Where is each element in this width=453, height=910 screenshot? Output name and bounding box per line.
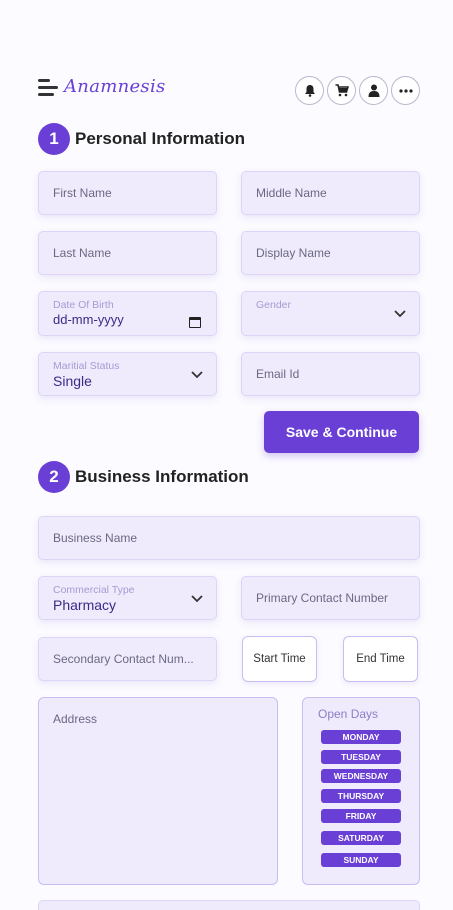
end-time-button[interactable]: End Time [343,636,418,682]
save-continue-button[interactable]: Save & Continue [264,411,419,453]
last-name-placeholder: Last Name [53,246,112,260]
display-name-field[interactable]: Display Name [241,231,420,275]
bell-icon [304,85,315,97]
calendar-icon[interactable] [189,317,201,328]
email-field[interactable]: Email Id [241,352,420,396]
day-toggle-monday[interactable]: MONDAY [321,730,401,744]
app-header: Anamnesis [38,76,420,106]
commercial-value: Pharmacy [53,597,117,613]
address-placeholder: Address [53,712,98,726]
day-toggle-saturday[interactable]: SATURDAY [321,831,401,845]
cart-icon [335,84,349,97]
dob-label: Date Of Birth [53,299,114,311]
middle-name-placeholder: Middle Name [256,186,327,200]
marital-value: Single [53,373,92,389]
notifications-button[interactable] [295,76,324,105]
secondary-contact-field[interactable]: Secondary Contact Num... [38,637,217,681]
personal-section-header: 1 Personal Information [38,123,245,155]
business-name-placeholder: Business Name [53,531,138,545]
first-name-placeholder: First Name [53,186,112,200]
chevron-down-icon [394,310,406,318]
step-badge: 2 [38,461,70,493]
next-field-partial[interactable] [38,900,420,910]
more-button[interactable] [391,76,420,105]
chevron-down-icon [191,371,203,379]
day-toggle-thursday[interactable]: THURSDAY [321,789,401,803]
open-days-title: Open Days [318,707,379,721]
dob-value: dd-mm-yyyy [53,312,124,327]
primary-contact-field[interactable]: Primary Contact Number [241,576,420,620]
gender-label: Gender [256,299,292,311]
day-toggle-sunday[interactable]: SUNDAY [321,853,401,867]
profile-button[interactable] [359,76,388,105]
day-toggle-wednesday[interactable]: WEDNESDAY [321,769,401,783]
section-title: Personal Information [75,129,246,148]
middle-name-field[interactable]: Middle Name [241,171,420,215]
more-icon [398,88,413,93]
first-name-field[interactable]: First Name [38,171,217,215]
step-badge: 1 [38,123,70,155]
date-of-birth-field[interactable]: Date Of Birth dd-mm-yyyy [38,291,217,336]
day-toggle-friday[interactable]: FRIDAY [321,809,401,823]
primary-contact-placeholder: Primary Contact Number [256,591,389,605]
menu-icon[interactable] [38,79,58,97]
display-name-placeholder: Display Name [256,246,331,260]
chevron-down-icon [191,595,203,603]
cart-button[interactable] [327,76,356,105]
email-placeholder: Email Id [256,367,300,381]
open-days-panel: Open Days MONDAY TUESDAY WEDNESDAY THURS… [302,697,420,885]
start-time-button[interactable]: Start Time [242,636,317,682]
commercial-type-select[interactable]: Commercial Type Pharmacy [38,576,217,620]
user-icon [368,84,379,97]
day-toggle-tuesday[interactable]: TUESDAY [321,750,401,764]
business-name-field[interactable]: Business Name [38,516,420,560]
section-title: Business Information [75,467,249,486]
marital-label: Maritial Status [53,360,120,372]
marital-status-select[interactable]: Maritial Status Single [38,352,217,396]
commercial-label: Commercial Type [53,584,135,596]
address-textarea[interactable]: Address [38,697,278,885]
last-name-field[interactable]: Last Name [38,231,217,275]
business-section-header: 2 Business Information [38,461,249,493]
gender-select[interactable]: Gender [241,291,420,336]
secondary-contact-placeholder: Secondary Contact Num... [53,652,194,666]
brand-logo: Anamnesis [64,76,166,97]
